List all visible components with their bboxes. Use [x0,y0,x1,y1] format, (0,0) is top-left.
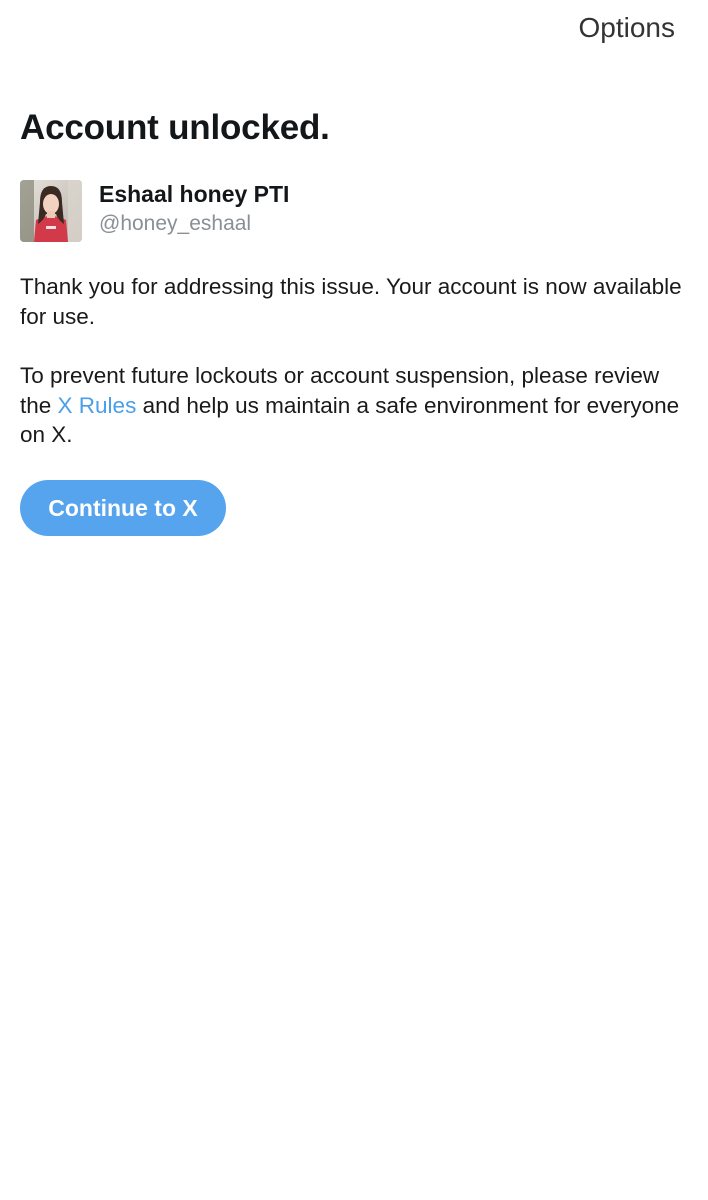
continue-button[interactable]: Continue to X [20,480,226,536]
display-name: Eshaal honey PTI [99,181,290,207]
unlock-message: Thank you for addressing this issue. You… [20,274,682,329]
account-profile: Eshaal honey PTI @honey_eshaal [20,180,660,244]
top-bar: Options [0,0,708,60]
profile-photo-icon [20,180,82,242]
rules-message: To prevent future lockouts or account su… [20,361,690,450]
x-rules-link[interactable]: X Rules [58,393,137,418]
options-button[interactable]: Options [579,11,676,45]
avatar [20,180,82,242]
page-title: Account unlocked. [20,108,330,147]
username-handle: @honey_eshaal [99,212,252,235]
